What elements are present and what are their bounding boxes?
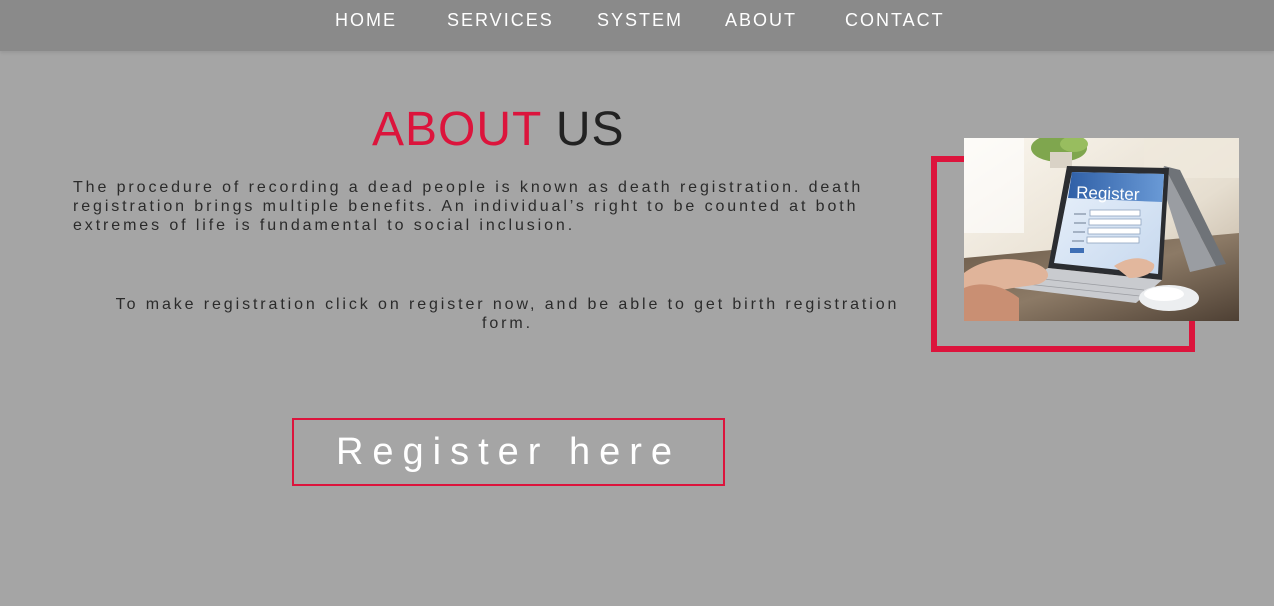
nav-item-about[interactable]: ABOUT xyxy=(725,10,797,30)
about-heading-rest: US xyxy=(555,103,625,156)
main-nav: HOME SERVICES SYSTEM ABOUT CONTACT xyxy=(0,0,1274,41)
about-paragraph-instruction: To make registration click on register n… xyxy=(115,296,900,332)
laptop-register-illustration: Register xyxy=(964,138,1239,321)
about-heading: ABOUT US xyxy=(372,102,625,158)
laptop-register-photo: Register xyxy=(964,138,1239,321)
nav-item-services[interactable]: SERVICES xyxy=(447,10,554,30)
screen-register-text: Register xyxy=(1076,183,1140,204)
about-paragraph-intro: The procedure of recording a dead people… xyxy=(73,179,864,234)
top-navbar: HOME SERVICES SYSTEM ABOUT CONTACT xyxy=(0,0,1274,51)
register-button[interactable]: Register here xyxy=(292,418,725,486)
nav-item-contact[interactable]: CONTACT xyxy=(845,10,945,30)
nav-item-system[interactable]: SYSTEM xyxy=(597,10,683,30)
about-heading-accent: ABOUT xyxy=(372,103,542,156)
nav-item-home[interactable]: HOME xyxy=(335,10,397,30)
